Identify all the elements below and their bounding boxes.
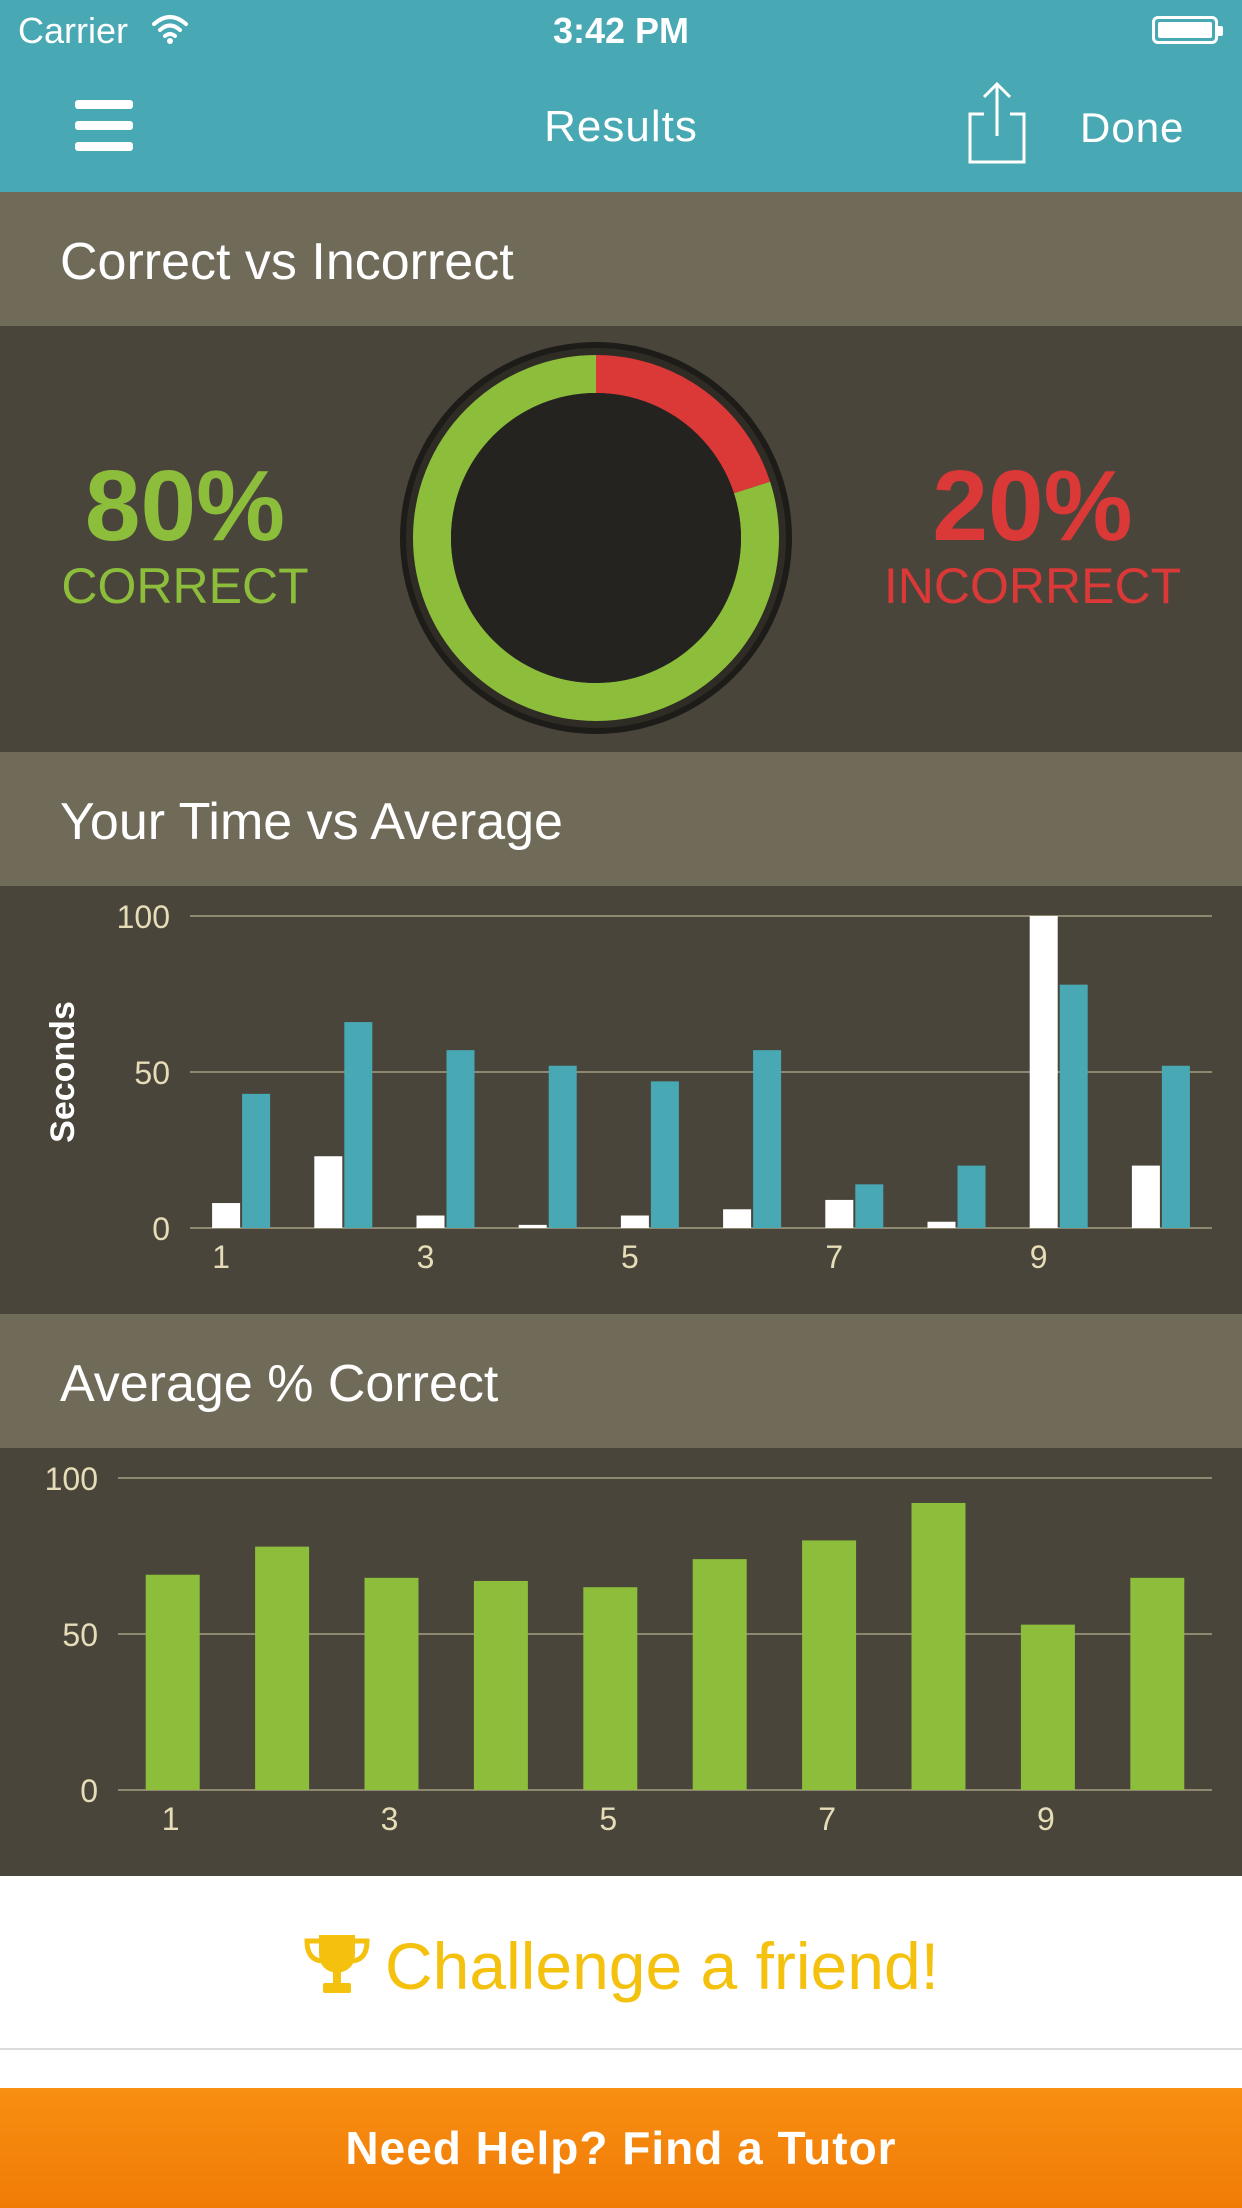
- correct-incorrect-donut: [400, 342, 792, 734]
- bar: [855, 1184, 884, 1228]
- bar: [255, 1546, 310, 1790]
- challenge-label: Challenge a friend!: [384, 1929, 940, 2003]
- x-tick-label: 9: [1037, 1801, 1055, 1837]
- correct-stat: 80% CORRECT: [40, 456, 330, 616]
- section-title: Average % Correct: [60, 1355, 499, 1413]
- x-tick-label: 9: [1030, 1239, 1048, 1275]
- page-title: Results: [544, 102, 698, 151]
- bar: [753, 1050, 782, 1228]
- x-tick-label: 3: [381, 1801, 399, 1837]
- y-tick-label: 0: [80, 1773, 98, 1809]
- time-vs-average-panel: 0 50 100 1 3 5 7 9 Seconds: [0, 886, 1242, 1314]
- status-time: 3:42 PM: [552, 10, 690, 51]
- y-tick-label: 50: [62, 1617, 98, 1653]
- x-tick-label: 1: [162, 1801, 180, 1837]
- bar: [212, 1203, 241, 1228]
- average-correct-header: Average % Correct: [0, 1314, 1242, 1448]
- bar: [473, 1580, 528, 1790]
- section-title: Correct vs Incorrect: [60, 233, 514, 291]
- y-tick-label: 50: [134, 1055, 170, 1091]
- bar: [825, 1199, 854, 1228]
- x-tick-label: 5: [621, 1239, 639, 1275]
- status-bar: Carrier 3:42 PM: [0, 0, 1242, 62]
- x-tick-label: 7: [825, 1239, 843, 1275]
- bar: [692, 1559, 747, 1790]
- bar: [242, 1093, 271, 1228]
- y-tick-label: 100: [45, 1461, 98, 1497]
- correct-percent: 80%: [84, 450, 286, 562]
- challenge-friend-button[interactable]: Challenge a friend!: [0, 1876, 1242, 2050]
- bar: [416, 1215, 445, 1228]
- bar: [518, 1224, 547, 1228]
- bar: [620, 1215, 649, 1228]
- bar: [723, 1209, 752, 1228]
- bar: [1161, 1065, 1190, 1228]
- correct-vs-incorrect-header: Correct vs Incorrect: [0, 192, 1242, 326]
- bar: [364, 1577, 419, 1790]
- bar: [1059, 984, 1088, 1228]
- incorrect-percent: 20%: [932, 450, 1133, 562]
- bar: [446, 1050, 475, 1228]
- bar: [911, 1502, 966, 1790]
- y-tick-label: 100: [117, 899, 170, 935]
- trophy-icon: [304, 1935, 370, 1993]
- bar: [1029, 916, 1058, 1228]
- bar: [1130, 1577, 1185, 1790]
- x-tick-label: 1: [212, 1239, 230, 1275]
- battery-icon: [1152, 16, 1223, 44]
- average-correct-panel: 0 50 100 1 3 5 7 9: [0, 1448, 1242, 1876]
- nav-bar: Results Done: [0, 62, 1242, 192]
- x-tick-label: 3: [417, 1239, 435, 1275]
- share-icon[interactable]: [966, 80, 1028, 164]
- bar: [344, 1022, 373, 1228]
- spacer: [0, 2050, 1242, 2088]
- x-tick-label: 5: [599, 1801, 617, 1837]
- bar: [1131, 1165, 1160, 1228]
- incorrect-stat: 20% INCORRECT: [870, 456, 1195, 616]
- incorrect-label: INCORRECT: [883, 558, 1182, 614]
- correct-label: CORRECT: [61, 558, 309, 614]
- bar: [927, 1221, 956, 1228]
- section-title: Your Time vs Average: [60, 793, 563, 851]
- correct-vs-incorrect-panel: 80% CORRECT 20% INCORRECT: [0, 326, 1242, 752]
- bar: [650, 1081, 679, 1228]
- bar: [957, 1165, 986, 1228]
- bar: [802, 1540, 857, 1790]
- bar: [1020, 1624, 1075, 1790]
- find-tutor-button[interactable]: Need Help? Find a Tutor: [0, 2088, 1242, 2208]
- done-button[interactable]: Done: [1080, 104, 1184, 152]
- time-vs-average-chart: 0 50 100 1 3 5 7 9 Seconds: [44, 899, 1212, 1275]
- y-axis-title: Seconds: [44, 1001, 82, 1143]
- bar: [583, 1587, 638, 1790]
- donut-center: [451, 393, 741, 683]
- bar: [145, 1574, 200, 1790]
- x-tick-label: 7: [818, 1801, 836, 1837]
- bar: [314, 1156, 343, 1228]
- y-tick-label: 0: [152, 1211, 170, 1247]
- average-correct-chart: 0 50 100 1 3 5 7 9: [45, 1461, 1212, 1837]
- time-vs-average-header: Your Time vs Average: [0, 752, 1242, 886]
- bar: [548, 1065, 577, 1228]
